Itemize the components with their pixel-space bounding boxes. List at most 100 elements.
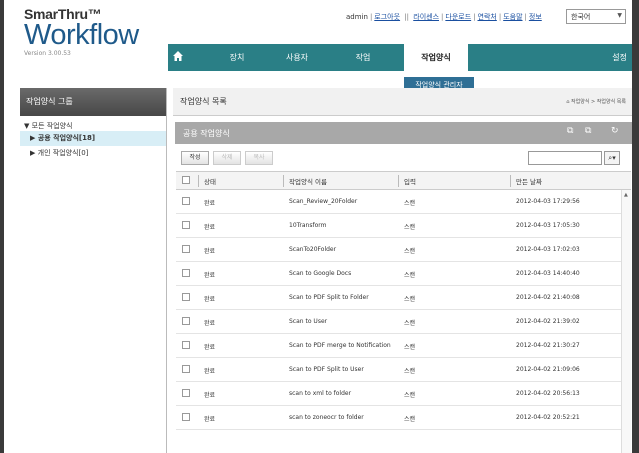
- cell-date: 2012-04-02 21:09:06: [516, 366, 580, 373]
- table-row[interactable]: 완료 Scan to User 스캔 2012-04-02 21:39:02: [176, 310, 621, 334]
- row-checkbox[interactable]: [182, 197, 190, 205]
- list-title-bar: 작업양식 목록 ⌂ 작업양식 > 작업양식 목록: [173, 88, 632, 116]
- cell-name: Scan to User: [289, 318, 328, 325]
- table-row[interactable]: 완료 scan to xml to folder 스캔 2012-04-02 20:5…: [176, 382, 621, 406]
- cell-input: 스캔: [404, 368, 416, 375]
- workflow-group-panel: 작업양식 그룹 ▼ 모든 작업양식 ▶ 공용 작업양식[18] ▶ 개인 작업양…: [20, 88, 167, 453]
- logout-link[interactable]: 로그아웃: [374, 13, 400, 21]
- create-button[interactable]: 작성: [181, 151, 209, 165]
- column-date[interactable]: 만든 날짜: [516, 176, 542, 186]
- workflow-table: 완료 Scan_Review_20Folder 스캔 2012-04-03 17:29…: [176, 190, 621, 430]
- cell-input: 스캔: [404, 416, 416, 423]
- nav-devices[interactable]: 장치: [212, 44, 262, 71]
- table-row[interactable]: 완료 Scan to PDF Split to User 스캔 2012-04-02 …: [176, 358, 621, 382]
- row-checkbox[interactable]: [182, 389, 190, 397]
- cell-input: 스캔: [404, 224, 416, 231]
- utility-links: admin | 로그아웃 || 라이센스 | 다운로드 | 연락처 | 도움말 | 정보: [346, 13, 542, 21]
- language-select[interactable]: 한국어 ▼: [566, 9, 626, 24]
- refresh-icon[interactable]: ↻: [611, 126, 619, 136]
- cell-date: 2012-04-02 20:56:13: [516, 390, 580, 397]
- column-input[interactable]: 입력: [404, 176, 416, 186]
- search-icon[interactable]: ⌕▾: [604, 151, 620, 165]
- contact-link[interactable]: 연락처: [478, 13, 497, 21]
- column-name[interactable]: 작업양식 이름: [289, 176, 327, 186]
- row-checkbox[interactable]: [182, 413, 190, 421]
- row-checkbox[interactable]: [182, 293, 190, 301]
- table-header: 상태 작업양식 이름 입력 만든 날짜: [176, 171, 631, 190]
- cell-name: Scan to Google Docs: [289, 270, 352, 277]
- row-checkbox[interactable]: [182, 269, 190, 277]
- util-divider: ||: [404, 13, 410, 21]
- search-input[interactable]: [528, 151, 602, 165]
- cell-name: scan to xml to folder: [289, 390, 352, 397]
- select-all-checkbox[interactable]: [182, 176, 190, 184]
- cell-input: 스캔: [404, 344, 416, 351]
- vertical-scrollbar[interactable]: ▲: [621, 190, 631, 453]
- help-link[interactable]: 도움말: [503, 13, 522, 21]
- row-checkbox[interactable]: [182, 317, 190, 325]
- cell-input: 스캔: [404, 320, 416, 327]
- app-logo: SmarThru™ Workflow Version 3.00.53: [24, 6, 164, 62]
- nav-settings[interactable]: 설정: [612, 44, 627, 71]
- collapse-all-icon[interactable]: ⧉: [585, 126, 591, 136]
- cell-name: 10Transform: [289, 222, 327, 229]
- tree-item-private[interactable]: ▶ 개인 작업양식[0]: [20, 146, 166, 161]
- cell-input: 스캔: [404, 392, 416, 399]
- nav-workflows[interactable]: 작업양식: [404, 44, 468, 71]
- cell-status: 완료: [204, 416, 216, 423]
- section-header: 공용 작업양식 ⧉ ⧉ ↻: [175, 122, 632, 144]
- download-link[interactable]: 다운로드: [445, 13, 471, 21]
- cell-date: 2012-04-02 21:40:08: [516, 294, 580, 301]
- section-title: 공용 작업양식: [183, 129, 230, 138]
- table-row[interactable]: 완료 Scan to Google Docs 스캔 2012-04-03 14:40:…: [176, 262, 621, 286]
- cell-name: ScanTo20Folder: [289, 246, 337, 253]
- workflow-list-panel: 작업양식 목록 ⌂ 작업양식 > 작업양식 목록 공용 작업양식 ⧉ ⧉ ↻ 작…: [173, 88, 632, 453]
- table-row[interactable]: 완료 10Transform 스캔 2012-04-03 17:05:30: [176, 214, 621, 238]
- product-name: Workflow: [24, 19, 139, 51]
- license-link[interactable]: 라이센스: [413, 13, 439, 21]
- table-row[interactable]: 완료 Scan to PDF merge to Notification 스캔 201…: [176, 334, 621, 358]
- delete-button[interactable]: 삭제: [213, 151, 241, 165]
- table-row[interactable]: 완료 scan to zoneocr to folder 스캔 2012-04-02 …: [176, 406, 621, 430]
- table-row[interactable]: 완료 ScanTo20Folder 스캔 2012-04-03 17:02:03: [176, 238, 621, 262]
- tree-root-label: 모든 작업양식: [31, 122, 73, 130]
- language-value: 한국어: [571, 13, 591, 21]
- home-icon: ⌂: [566, 99, 570, 105]
- nav-jobs[interactable]: 작업: [338, 44, 388, 71]
- breadcrumb-text: 작업양식 > 작업양식 목록: [571, 99, 626, 105]
- cell-status: 완료: [204, 296, 216, 303]
- window-frame-right: [632, 0, 639, 453]
- cell-name: Scan to PDF Split to User: [289, 366, 364, 373]
- tree-item-label: 공용 작업양식[18]: [37, 134, 96, 142]
- column-status[interactable]: 상태: [204, 176, 216, 186]
- cell-date: 2012-04-02 21:39:02: [516, 318, 580, 325]
- table-row[interactable]: 완료 Scan to PDF Split to Folder 스캔 2012-04-0…: [176, 286, 621, 310]
- scroll-up-icon[interactable]: ▲: [624, 192, 628, 198]
- cell-status: 완료: [204, 320, 216, 327]
- nav-users[interactable]: 사용자: [272, 44, 322, 71]
- cell-input: 스캔: [404, 272, 416, 279]
- home-icon[interactable]: [172, 50, 188, 64]
- cell-date: 2012-04-03 17:29:56: [516, 198, 580, 205]
- cell-status: 완료: [204, 344, 216, 351]
- tree-root[interactable]: ▼ 모든 작업양식: [20, 116, 166, 131]
- main-nav: 장치 사용자 작업 작업양식 설정: [168, 44, 632, 71]
- copy-button[interactable]: 복사: [245, 151, 273, 165]
- current-user: admin: [346, 13, 368, 21]
- cell-date: 2012-04-02 20:52:21: [516, 414, 580, 421]
- row-checkbox[interactable]: [182, 221, 190, 229]
- version-label: Version 3.00.53: [24, 50, 71, 57]
- cell-name: scan to zoneocr to folder: [289, 414, 364, 421]
- table-row[interactable]: 완료 Scan_Review_20Folder 스캔 2012-04-03 17:29…: [176, 190, 621, 214]
- row-checkbox[interactable]: [182, 365, 190, 373]
- row-checkbox[interactable]: [182, 245, 190, 253]
- about-link[interactable]: 정보: [529, 13, 542, 21]
- cell-date: 2012-04-02 21:30:27: [516, 342, 580, 349]
- row-checkbox[interactable]: [182, 341, 190, 349]
- cell-date: 2012-04-03 17:05:30: [516, 222, 580, 229]
- cell-status: 완료: [204, 224, 216, 231]
- collapse-icon[interactable]: ▼: [24, 122, 29, 130]
- expand-all-icon[interactable]: ⧉: [567, 126, 573, 136]
- tree-item-public[interactable]: ▶ 공용 작업양식[18]: [20, 131, 166, 146]
- expand-icon: ▶: [30, 134, 36, 142]
